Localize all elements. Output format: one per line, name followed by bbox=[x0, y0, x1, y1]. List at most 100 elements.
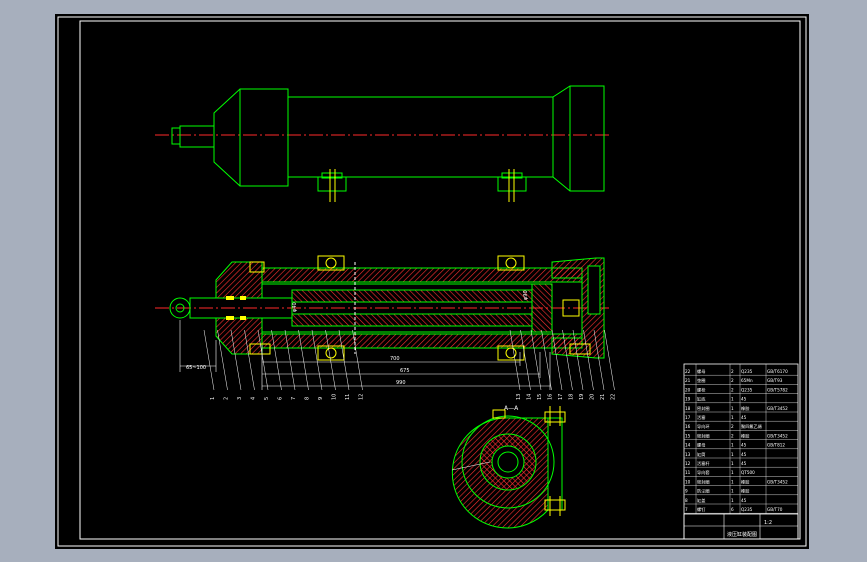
title-cell: GB/T6170 bbox=[767, 369, 788, 374]
title-cell: 橡胶 bbox=[741, 478, 749, 485]
title-cell: 2 bbox=[731, 424, 734, 429]
balloon-label: 12 bbox=[359, 394, 365, 400]
title-cell: Q235 bbox=[741, 507, 753, 512]
balloon-label: 6 bbox=[278, 397, 284, 400]
title-cell: 12 bbox=[685, 461, 691, 466]
title-cell: 橡胶 bbox=[741, 488, 749, 495]
title-cell: 1 bbox=[731, 415, 734, 420]
balloon-label: 19 bbox=[579, 394, 585, 400]
title-cell: 螺钉 bbox=[697, 506, 706, 513]
balloon-label: 4 bbox=[251, 397, 257, 400]
title-cell: 缸筒 bbox=[697, 451, 705, 458]
title-cell: 9 bbox=[685, 489, 688, 494]
title-cell: 2 bbox=[731, 378, 734, 383]
balloon-label: 9 bbox=[318, 397, 324, 400]
title-cell: GB/T3452 bbox=[767, 406, 788, 411]
title-cell: 2 bbox=[731, 433, 734, 438]
title-cell: 13 bbox=[685, 452, 691, 457]
title-cell: 活塞 bbox=[697, 414, 706, 421]
section-label: A—A bbox=[504, 405, 519, 412]
title-cell: 密封圈 bbox=[697, 432, 710, 439]
title-cell: 螺母 bbox=[697, 368, 705, 375]
title-cell: 密封圈 bbox=[697, 478, 710, 485]
title-cell: 14 bbox=[685, 443, 691, 448]
cad-viewport: 65~100 700 675 990 φ40 φ90 1 2 3 4 5 6 7 8 9 10 11… bbox=[55, 14, 809, 549]
title-cell: 45 bbox=[741, 452, 747, 457]
title-cell: 65Mn bbox=[741, 378, 753, 383]
title-cell: 密封圈 bbox=[697, 405, 710, 412]
title-cell: 1 bbox=[731, 443, 734, 448]
title-cell: 活塞杆 bbox=[697, 460, 710, 467]
title-cell: 2 bbox=[731, 369, 734, 374]
title-cell: Q235 bbox=[741, 387, 753, 392]
title-cell: 8 bbox=[685, 498, 688, 503]
title-cell: 10 bbox=[685, 479, 691, 484]
title-cell: 15 bbox=[685, 433, 691, 438]
balloon-label: 1 bbox=[210, 397, 216, 400]
balloon-label: 15 bbox=[537, 394, 543, 400]
title-cell: 45 bbox=[741, 415, 747, 420]
title-cell: 45 bbox=[741, 461, 747, 466]
title-cell: GB/T70 bbox=[767, 507, 783, 512]
dim-length-b: 675 bbox=[400, 368, 410, 374]
balloon-label: 18 bbox=[569, 394, 575, 400]
title-cell: QT500 bbox=[741, 470, 755, 475]
title-cell: 11 bbox=[685, 470, 691, 475]
title-cell: GB/T3452 bbox=[767, 433, 788, 438]
title-cell: 45 bbox=[741, 397, 747, 402]
title-cell: 橡胶 bbox=[741, 432, 749, 439]
title-cell: GB/T93 bbox=[767, 378, 783, 383]
title-cell: 防尘圈 bbox=[697, 488, 710, 495]
title-cell: 1 bbox=[731, 452, 734, 457]
title-cell: 聚四氟乙烯 bbox=[741, 423, 762, 430]
title-cell: Q235 bbox=[741, 369, 753, 374]
title-cell: 1 bbox=[731, 397, 734, 402]
title-cell: 导向环 bbox=[697, 423, 710, 430]
dim-length-c: 990 bbox=[396, 380, 406, 386]
balloon-label: 22 bbox=[611, 394, 617, 400]
title-cell: 45 bbox=[741, 498, 747, 503]
title-cell: 19 bbox=[685, 397, 691, 402]
title-cell: 6 bbox=[731, 507, 734, 512]
balloon-label: 16 bbox=[548, 394, 554, 400]
title-cell: 螺母 bbox=[697, 442, 705, 449]
title-cell: 1 bbox=[731, 461, 734, 466]
title-cell: 缸盖 bbox=[697, 497, 705, 503]
title-cell: 21 bbox=[685, 378, 691, 383]
title-cell: 橡胶 bbox=[741, 405, 749, 412]
balloon-label: 5 bbox=[264, 397, 270, 400]
title-cell: 7 bbox=[685, 507, 688, 512]
title-cell: 1 bbox=[731, 470, 734, 475]
balloon-label: 14 bbox=[527, 394, 533, 400]
balloon-label: 21 bbox=[600, 394, 606, 400]
title-cell: 45 bbox=[741, 443, 747, 448]
title-cell: 1 bbox=[731, 489, 734, 494]
title-cell: 螺栓 bbox=[697, 386, 706, 393]
balloon-label: 17 bbox=[558, 394, 564, 400]
balloon-label: 11 bbox=[345, 394, 351, 400]
drawing-name: 液压缸装配图 bbox=[727, 531, 757, 538]
title-cell: 17 bbox=[685, 415, 691, 420]
title-cell: 1 bbox=[731, 406, 734, 411]
title-cell: 导向套 bbox=[697, 469, 710, 476]
dim-stroke: 65~100 bbox=[186, 365, 206, 371]
title-cell: 1 bbox=[731, 479, 734, 484]
title-cell: 缸底 bbox=[697, 396, 705, 403]
title-cell: 22 bbox=[685, 369, 691, 374]
title-cell: GB/T5782 bbox=[767, 387, 788, 392]
balloon-label: 13 bbox=[516, 394, 522, 400]
dim-rod: φ90 bbox=[523, 290, 529, 300]
title-cell: 18 bbox=[685, 406, 691, 411]
balloon-label: 10 bbox=[332, 394, 338, 400]
title-cell: GB/T812 bbox=[767, 443, 785, 448]
balloon-label: 8 bbox=[305, 397, 311, 400]
title-cell: 20 bbox=[685, 387, 691, 392]
drawing-scale: 1:2 bbox=[764, 520, 772, 526]
dim-bore: φ40 bbox=[292, 302, 298, 312]
title-cell: 1 bbox=[731, 498, 734, 503]
balloon-label: 3 bbox=[237, 397, 243, 400]
balloon-label: 20 bbox=[590, 394, 596, 400]
title-cell: 垫圈 bbox=[697, 377, 705, 384]
dim-length-a: 700 bbox=[390, 356, 400, 362]
balloon-label: 7 bbox=[291, 397, 297, 400]
